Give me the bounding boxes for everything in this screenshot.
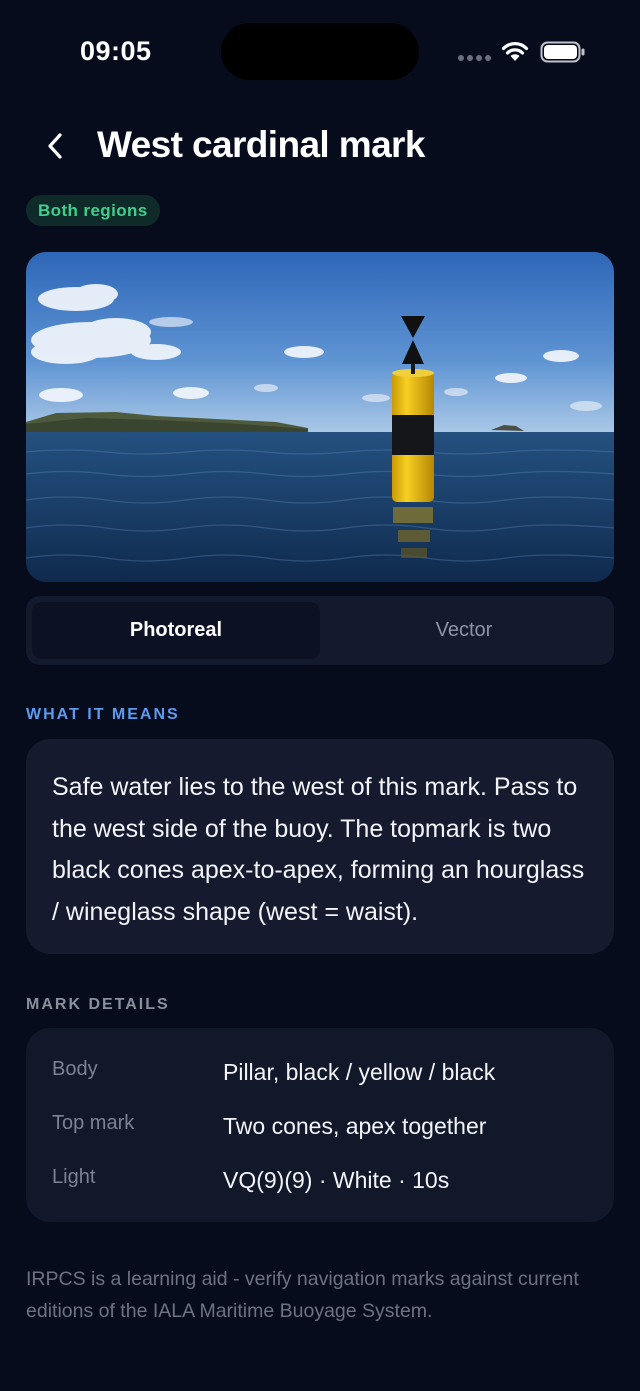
dynamic-island [221, 23, 419, 80]
wifi-icon [501, 42, 529, 61]
west-cardinal-buoy-photo-icon [26, 252, 614, 582]
detail-value: Two cones, apex together [223, 1113, 487, 1139]
toggle-vector[interactable]: Vector [320, 602, 608, 659]
buoy-photo [26, 252, 614, 582]
chevron-left-icon [48, 133, 62, 159]
meaning-section-label: WHAT IT MEANS [26, 706, 180, 723]
detail-key: Body [52, 1058, 98, 1080]
detail-row-light: Light VQ(9)(9) · White · 10s [26, 1166, 614, 1206]
detail-value: VQ(9)(9) · White · 10s [223, 1167, 450, 1193]
detail-key: Light [52, 1166, 96, 1188]
screen: 09:05 West cardinal mark Both regions Ph… [0, 0, 640, 1391]
page-title: West cardinal mark [97, 124, 425, 165]
battery-icon [540, 41, 585, 63]
back-button[interactable] [40, 128, 70, 164]
cellular-signal-icon [458, 55, 491, 61]
disclaimer: IRPCS is a learning aid - verify navigat… [26, 1268, 579, 1322]
view-toggle: Photoreal Vector [26, 596, 614, 665]
detail-row-body: Body Pillar, black / yellow / black [26, 1058, 614, 1098]
detail-value: Pillar, black / yellow / black [223, 1059, 496, 1085]
meaning-card: Safe water lies to the west of this mark… [26, 739, 614, 954]
details-section-label: MARK DETAILS [26, 996, 170, 1013]
meaning-text: Safe water lies to the west of this mark… [52, 773, 585, 926]
detail-row-top-mark: Top mark Two cones, apex together [26, 1112, 614, 1152]
detail-key: Top mark [52, 1112, 135, 1134]
status-time: 09:05 [80, 36, 152, 66]
details-card: Body Pillar, black / yellow / black Top … [26, 1028, 614, 1222]
toggle-photoreal[interactable]: Photoreal [32, 602, 320, 659]
region-badge: Both regions [26, 195, 160, 226]
